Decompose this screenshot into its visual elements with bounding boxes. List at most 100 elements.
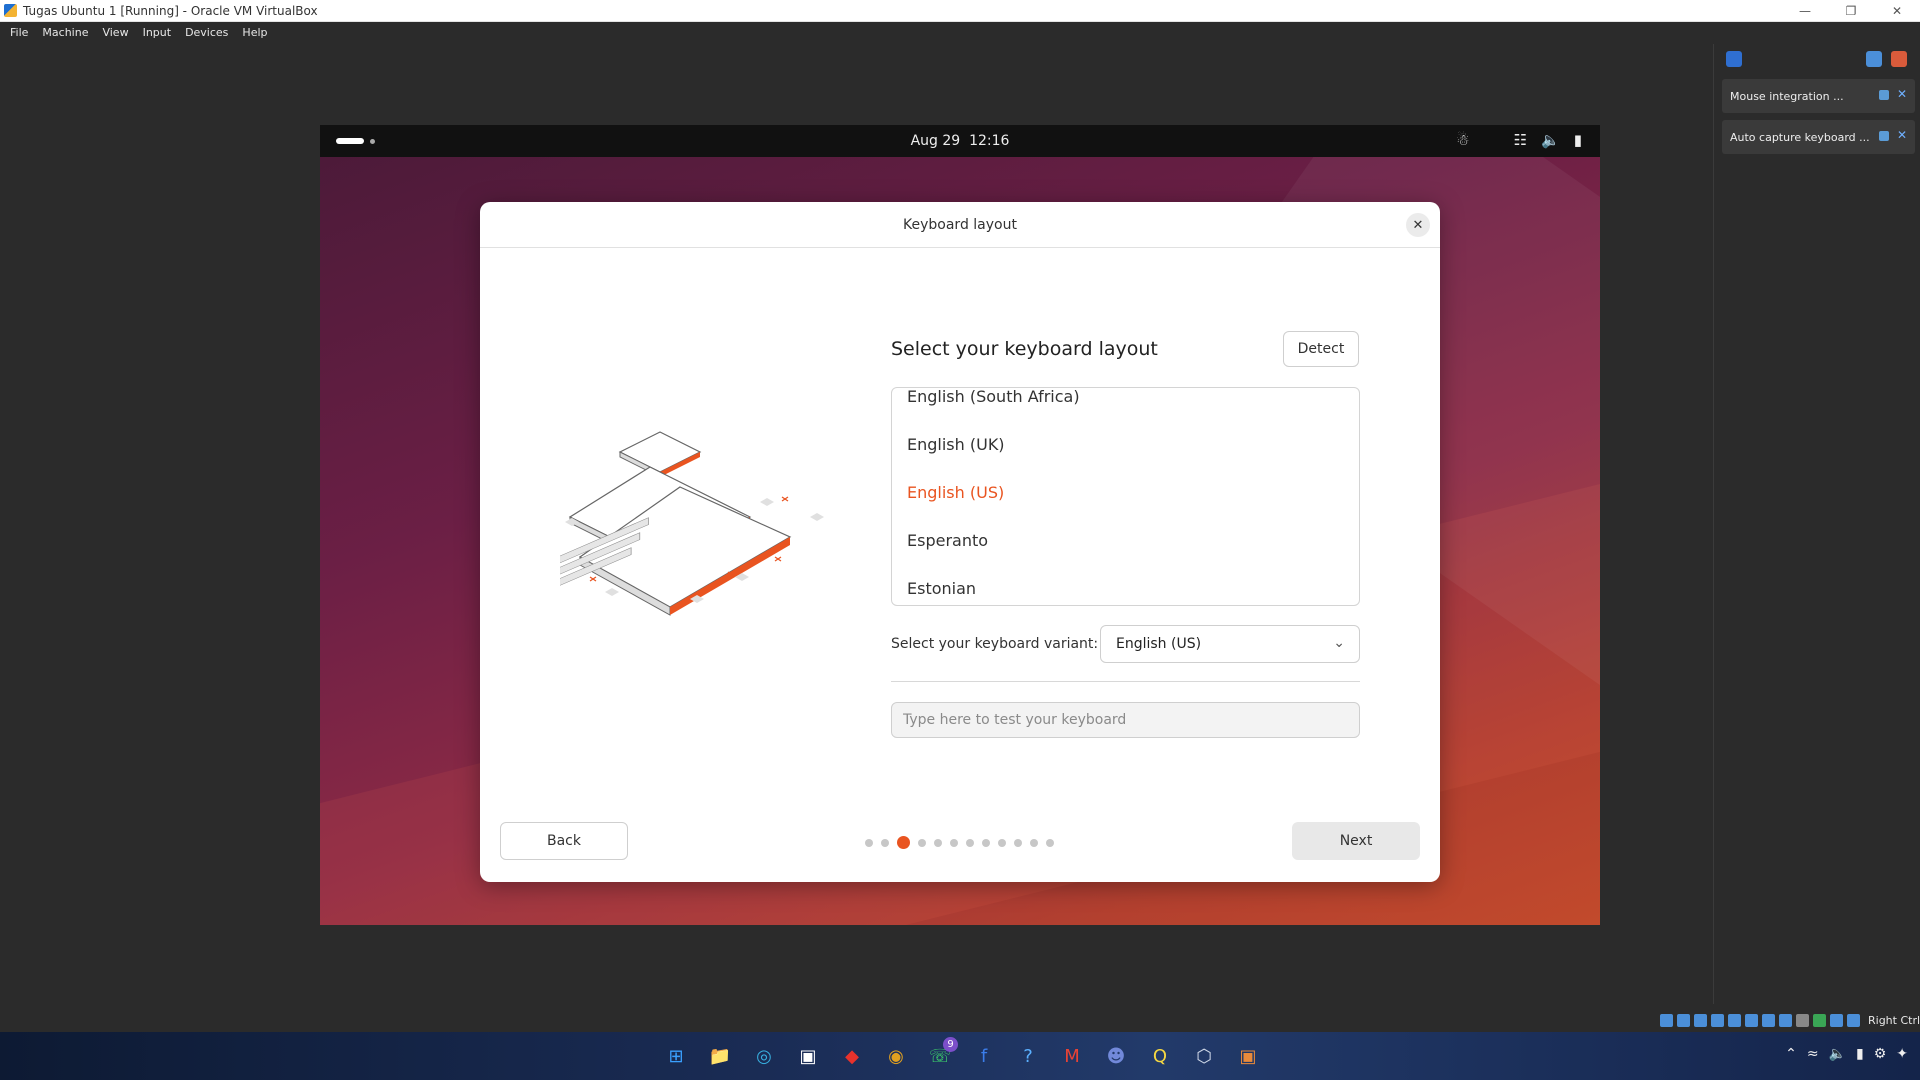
next-button[interactable]: Next — [1292, 822, 1420, 860]
progress-dot — [1046, 838, 1054, 847]
wifi-icon[interactable]: ≈ — [1807, 1046, 1819, 1062]
recording-icon[interactable] — [1779, 1013, 1792, 1027]
layout-heading: Select your keyboard layout — [891, 338, 1158, 360]
windows-taskbar: ⊞ 📁 ◎ ▣ ◆ ◉ ☏ 9 f ? M ☻ Q ⬡ ▣ ⌃ ≈ 🔈 ▮ ⚙ ✦ — [0, 1032, 1920, 1080]
system-tray[interactable]: ☃ ☷ 🔈 ▮ — [1456, 131, 1582, 149]
optical-drive-icon[interactable] — [1677, 1013, 1690, 1027]
audio-icon[interactable] — [1694, 1013, 1707, 1027]
dialog-title: Keyboard layout — [903, 216, 1017, 233]
notification-item[interactable]: Auto capture keyboard ... ✕ — [1722, 120, 1915, 154]
layout-item-selected[interactable]: English (US) — [907, 483, 1004, 502]
menu-help[interactable]: Help — [242, 26, 267, 39]
taskbar-apps: ⊞ 📁 ◎ ▣ ◆ ◉ ☏ 9 f ? M ☻ Q ⬡ ▣ — [660, 1037, 1264, 1072]
variant-label: Select your keyboard variant: — [891, 636, 1099, 652]
help-icon[interactable]: ? — [1012, 1040, 1044, 1072]
volume-icon[interactable]: 🔈 — [1541, 131, 1560, 149]
mouse-integration-icon[interactable] — [1830, 1013, 1843, 1027]
whatsapp-icon[interactable]: ☏ 9 — [924, 1037, 958, 1072]
progress-dot — [950, 838, 958, 847]
battery-icon[interactable]: ▮ — [1574, 131, 1582, 149]
keyboard-capture-icon[interactable] — [1847, 1013, 1860, 1027]
sort-icon[interactable] — [1866, 51, 1882, 67]
settings-icon[interactable]: ⚙ — [1874, 1046, 1887, 1062]
copilot-icon[interactable]: ✦ — [1896, 1046, 1908, 1062]
dialog-header: Keyboard layout ✕ — [480, 202, 1440, 248]
app-yellow-icon[interactable]: Q — [1144, 1040, 1176, 1072]
discord-icon[interactable]: ☻ — [1100, 1040, 1132, 1072]
layout-item[interactable]: Esperanto — [907, 531, 988, 550]
clock[interactable]: Aug 29 12:16 — [320, 133, 1600, 149]
menu-machine[interactable]: Machine — [42, 26, 88, 39]
close-window-button[interactable]: ✕ — [1874, 0, 1920, 22]
virtualbox-icon[interactable]: ⬡ — [1188, 1040, 1220, 1072]
divider — [891, 681, 1360, 682]
host-key-label: Right Ctrl — [1868, 1013, 1920, 1027]
progress-indicator — [865, 836, 1054, 849]
app-red-icon[interactable]: ◆ — [836, 1040, 868, 1072]
battery-icon[interactable]: ▮ — [1856, 1046, 1864, 1062]
progress-dot — [1014, 838, 1022, 847]
window-title: Tugas Ubuntu 1 [Running] - Oracle VM Vir… — [23, 3, 318, 18]
progress-dot — [1030, 838, 1038, 847]
display-icon[interactable] — [1762, 1013, 1775, 1027]
progress-dot — [998, 838, 1006, 847]
close-icon: ✕ — [1412, 217, 1424, 233]
virtualization-icon[interactable] — [1813, 1013, 1826, 1027]
store-icon[interactable]: ▣ — [792, 1040, 824, 1072]
progress-dot — [982, 838, 990, 847]
close-icon[interactable]: ✕ — [1897, 87, 1907, 101]
usb-icon[interactable] — [1728, 1013, 1741, 1027]
keyboard-layout-dialog: Keyboard layout ✕ Select your keyboard l… — [480, 202, 1440, 882]
window-controls: — ❐ ✕ — [1782, 0, 1920, 22]
file-explorer-icon[interactable]: 📁 — [704, 1040, 736, 1072]
notification-item[interactable]: Mouse integration ... ✕ — [1722, 79, 1915, 113]
progress-dot — [918, 838, 926, 847]
speaker-icon[interactable]: 🔈 — [1829, 1046, 1846, 1062]
progress-dot — [881, 838, 889, 847]
layout-item[interactable]: Estonian — [907, 579, 976, 598]
layout-item[interactable]: English (UK) — [907, 435, 1005, 454]
notification-text: Mouse integration ... — [1730, 89, 1844, 103]
pin-icon[interactable] — [1879, 90, 1889, 100]
vm-display[interactable]: Aug 29 12:16 ☃ ☷ 🔈 ▮ Keyboard layout ✕ S… — [320, 125, 1600, 925]
keyboard-test-input[interactable] — [891, 702, 1360, 738]
gmail-icon[interactable]: M — [1056, 1040, 1088, 1072]
system-tray-host: ⌃ ≈ 🔈 ▮ ⚙ ✦ — [1785, 1046, 1908, 1062]
notification-center-icon[interactable] — [1726, 51, 1742, 67]
vm-status-bar: Right Ctrl — [1660, 1010, 1920, 1030]
dialog-close-button[interactable]: ✕ — [1406, 213, 1430, 237]
back-button[interactable]: Back — [500, 822, 628, 860]
app-ubuntu-icon[interactable]: ▣ — [1232, 1040, 1264, 1072]
restore-button[interactable]: ❐ — [1828, 0, 1874, 22]
keyboard-variant-dropdown[interactable]: English (US) ⌄ — [1100, 625, 1360, 663]
menu-input[interactable]: Input — [143, 26, 171, 39]
network-adapter-icon[interactable] — [1711, 1013, 1724, 1027]
windows-start-icon[interactable]: ⊞ — [660, 1040, 692, 1072]
clock-date: Aug 29 — [910, 133, 961, 149]
chevron-up-icon[interactable]: ⌃ — [1785, 1046, 1797, 1062]
facebook-icon[interactable]: f — [968, 1040, 1000, 1072]
shared-folders-icon[interactable] — [1745, 1013, 1758, 1027]
edge-icon[interactable]: ◎ — [748, 1040, 780, 1072]
ubuntu-top-bar: Aug 29 12:16 ☃ ☷ 🔈 ▮ — [320, 125, 1600, 157]
progress-dot — [934, 838, 942, 847]
minimize-button[interactable]: — — [1782, 0, 1828, 22]
chrome-icon[interactable]: ◉ — [880, 1040, 912, 1072]
hard-disk-icon[interactable] — [1660, 1013, 1673, 1027]
clear-all-icon[interactable] — [1891, 51, 1907, 67]
progress-dot-active — [897, 836, 910, 849]
menu-view[interactable]: View — [102, 26, 128, 39]
notification-badge: 9 — [943, 1037, 958, 1052]
detect-button[interactable]: Detect — [1283, 331, 1359, 367]
network-icon[interactable]: ☷ — [1514, 131, 1527, 149]
layout-item[interactable]: English (South Africa) — [907, 388, 1080, 406]
virtualbox-app-icon — [4, 4, 17, 17]
cpu-icon[interactable] — [1796, 1013, 1809, 1027]
accessibility-icon[interactable]: ☃ — [1456, 131, 1469, 149]
pin-icon[interactable] — [1879, 131, 1889, 141]
keyboard-layout-list[interactable]: English (South Africa) English (UK) Engl… — [891, 387, 1360, 606]
menu-file[interactable]: File — [10, 26, 28, 39]
menu-devices[interactable]: Devices — [185, 26, 228, 39]
close-icon[interactable]: ✕ — [1897, 128, 1907, 142]
menubar: File Machine View Input Devices Help — [0, 22, 1920, 42]
